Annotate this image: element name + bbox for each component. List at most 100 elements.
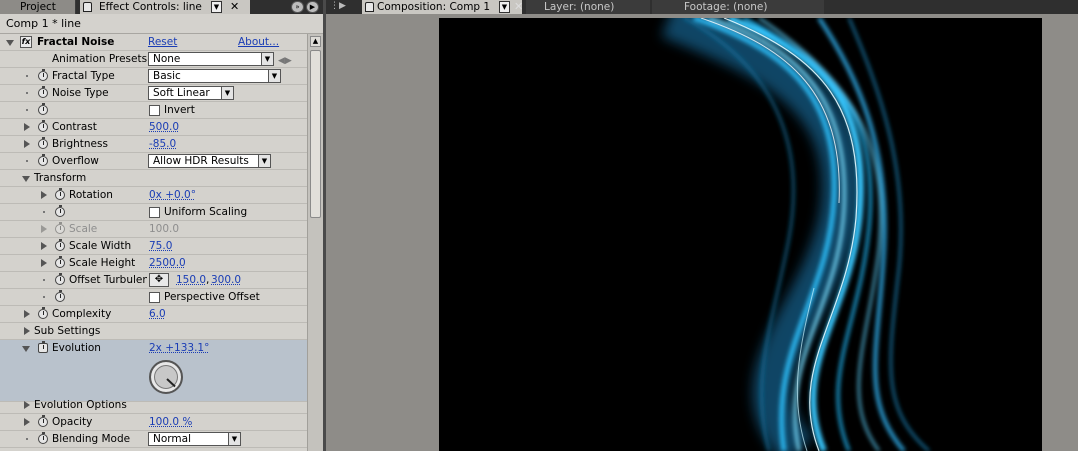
evolution-value[interactable]: 2x +133.1° [149, 340, 209, 356]
close-icon[interactable]: ✕ [514, 0, 523, 14]
animation-presets-label: Animation Presets: [52, 53, 151, 65]
stopwatch-icon[interactable] [38, 415, 48, 427]
close-icon[interactable]: ✕ [230, 0, 239, 14]
scrollbar-thumb[interactable] [310, 50, 321, 218]
composition-viewer[interactable] [439, 18, 1042, 451]
bullet-dot [43, 296, 45, 298]
overflow-dropdown[interactable]: Allow HDR Results ▼ [148, 154, 271, 168]
twirl-icon[interactable] [24, 310, 30, 318]
panel-grip-icon[interactable]: ⋮▶ [330, 1, 346, 11]
vertical-scrollbar[interactable]: ▲ [307, 34, 323, 451]
opacity-value[interactable]: 100.0 % [149, 414, 192, 430]
stopwatch-icon[interactable] [38, 120, 48, 132]
stopwatch-icon[interactable] [55, 256, 65, 268]
uniform-scaling-row: Uniform Scaling [0, 204, 307, 221]
reset-link[interactable]: Reset [148, 34, 177, 50]
bullet-dot [26, 438, 28, 440]
stopwatch-icon[interactable] [55, 188, 65, 200]
tab-layer[interactable]: Layer: (none) [526, 0, 650, 14]
scale-label: Scale [69, 223, 98, 235]
overflow-row: Overflow Allow HDR Results ▼ [0, 153, 307, 170]
stopwatch-icon[interactable] [38, 86, 48, 98]
twirl-icon[interactable] [6, 40, 14, 46]
scale-height-row: Scale Height 2500.0 [0, 255, 307, 272]
opacity-row: Opacity 100.0 % [0, 414, 307, 431]
dial-icon[interactable] [149, 360, 183, 394]
effect-name: Fractal Noise [37, 36, 115, 48]
rotation-label: Rotation [69, 189, 113, 201]
stopwatch-icon[interactable] [38, 154, 48, 166]
tab-effect-controls[interactable]: Effect Controls: line ▼ ✕ [80, 0, 250, 14]
animation-presets-dropdown[interactable]: None ▼ [148, 52, 274, 66]
lock-icon[interactable] [83, 2, 92, 12]
stopwatch-icon[interactable] [55, 205, 65, 217]
perspective-offset-label: Perspective Offset [164, 291, 260, 303]
twirl-icon[interactable] [24, 123, 30, 131]
perspective-offset-checkbox[interactable] [149, 292, 160, 303]
contrast-value[interactable]: 500.0 [149, 119, 179, 135]
twirl-icon[interactable] [24, 140, 30, 148]
twirl-icon[interactable] [24, 327, 30, 335]
offset-turbulence-y-value[interactable]: 300.0 [211, 272, 241, 288]
twirl-icon[interactable] [22, 176, 30, 182]
offset-turbulence-x-value[interactable]: 150.0 [176, 272, 206, 288]
lock-icon[interactable] [365, 2, 374, 12]
fractal-type-dropdown[interactable]: Basic ▼ [148, 69, 281, 83]
stopwatch-icon[interactable] [38, 137, 48, 149]
blending-mode-dropdown[interactable]: Normal ▼ [148, 432, 241, 446]
brightness-value[interactable]: -85.0 [149, 136, 176, 152]
twirl-icon[interactable] [41, 259, 47, 267]
dial-needle [166, 378, 176, 388]
effect-header-row: fx Fractal Noise Reset About... [0, 34, 307, 51]
complexity-value[interactable]: 6.0 [149, 306, 166, 322]
panel-menu-icon[interactable]: » [291, 1, 304, 13]
scale-width-value[interactable]: 75.0 [149, 238, 172, 254]
uniform-scaling-checkbox[interactable] [149, 207, 160, 218]
tab-project[interactable]: Project [0, 0, 76, 14]
stopwatch-icon[interactable] [55, 290, 65, 302]
twirl-icon [41, 225, 47, 233]
tab-composition[interactable]: Composition: Comp 1 ▼ ✕ [362, 0, 523, 14]
keyframe-nav-icon[interactable]: ◀▶ [278, 53, 292, 69]
chevron-down-icon: ▼ [258, 155, 270, 167]
twirl-icon[interactable] [24, 401, 30, 409]
opacity-label: Opacity [52, 416, 93, 428]
bullet-dot [26, 109, 28, 111]
fractal-type-value: Basic [153, 70, 181, 82]
twirl-icon[interactable] [41, 242, 47, 250]
scale-height-value[interactable]: 2500.0 [149, 255, 186, 271]
light-streaks-render [661, 18, 930, 451]
stopwatch-icon[interactable] [38, 307, 48, 319]
bullet-dot [26, 75, 28, 77]
scroll-up-icon[interactable]: ▲ [310, 36, 321, 47]
stopwatch-icon[interactable] [38, 341, 48, 353]
rotation-value[interactable]: 0x +0.0° [149, 187, 196, 203]
twirl-icon[interactable] [41, 191, 47, 199]
left-tab-bar: Project Effect Controls: line ▼ ✕ » ▶ [0, 0, 323, 14]
about-link[interactable]: About... [238, 34, 279, 50]
stopwatch-icon[interactable] [55, 273, 65, 285]
fractal-type-label: Fractal Type [52, 70, 115, 82]
blending-mode-row: Blending Mode Normal ▼ [0, 431, 307, 448]
composition-viewer-area [326, 14, 1078, 451]
tab-composition-label: Composition: Comp 1 [377, 1, 491, 13]
panel-play-icon[interactable]: ▶ [306, 1, 319, 13]
scale-width-label: Scale Width [69, 240, 132, 252]
bullet-dot [26, 160, 28, 162]
tab-footage[interactable]: Footage: (none) [652, 0, 824, 14]
overflow-value: Allow HDR Results [153, 155, 249, 167]
crosshair-icon[interactable]: ✥ [149, 273, 169, 287]
dropdown-arrow-icon[interactable]: ▼ [211, 1, 222, 13]
stopwatch-icon[interactable] [38, 103, 48, 115]
stopwatch-icon[interactable] [38, 432, 48, 444]
twirl-icon[interactable] [22, 346, 30, 352]
stopwatch-icon[interactable] [38, 69, 48, 81]
invert-checkbox[interactable] [149, 105, 160, 116]
noise-type-dropdown[interactable]: Soft Linear ▼ [148, 86, 234, 100]
stopwatch-icon[interactable] [55, 239, 65, 251]
uniform-scaling-label: Uniform Scaling [164, 206, 248, 218]
dropdown-arrow-icon[interactable]: ▼ [499, 1, 510, 13]
fx-icon[interactable]: fx [20, 36, 32, 48]
layer-breadcrumb: Comp 1 * line [0, 14, 323, 34]
twirl-icon[interactable] [24, 418, 30, 426]
